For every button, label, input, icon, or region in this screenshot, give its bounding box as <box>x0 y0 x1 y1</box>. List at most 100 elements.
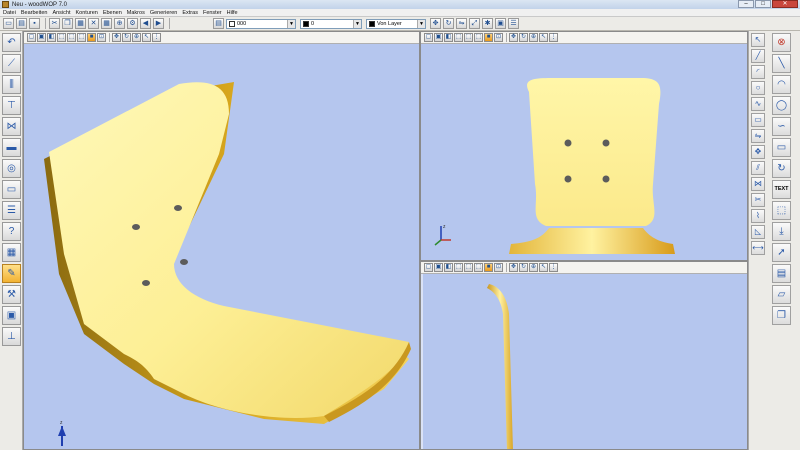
contour-icon[interactable]: ↶ <box>2 33 21 52</box>
save-icon[interactable]: ▪ <box>29 18 40 29</box>
monitor-icon[interactable]: ▣ <box>2 306 21 325</box>
pointer-icon[interactable]: ↖ <box>539 33 548 42</box>
circle-icon[interactable]: ○ <box>751 81 765 95</box>
rect-icon[interactable]: ▭ <box>751 113 765 127</box>
view-top-icon[interactable]: ▢ <box>27 33 36 42</box>
rotate-view-icon[interactable]: ↻ <box>122 33 131 42</box>
menu-ansicht[interactable]: Ansicht <box>52 10 70 16</box>
shaded-view-icon[interactable]: ■ <box>87 33 96 42</box>
layer-icon[interactable]: ▤ <box>772 264 791 283</box>
arc-icon[interactable]: ◜ <box>751 65 765 79</box>
pocket-icon[interactable]: ▬ <box>2 138 21 157</box>
rotate-icon[interactable]: ↻ <box>443 18 454 29</box>
open-folder-icon[interactable]: ▤ <box>16 18 27 29</box>
menu-hilfe[interactable]: Hilfe <box>227 10 238 16</box>
offset-icon[interactable]: ⫽ <box>751 161 765 175</box>
delete-icon[interactable]: ✕ <box>88 18 99 29</box>
shaded-view-icon[interactable]: ■ <box>484 263 493 272</box>
zoom-window-icon[interactable]: ⊡ <box>494 263 503 272</box>
view-iso3-icon[interactable]: ⬚ <box>474 263 483 272</box>
view-iso-icon[interactable]: ⬚ <box>57 33 66 42</box>
pointer-icon[interactable]: ↖ <box>539 263 548 272</box>
3d-box-icon[interactable]: ⬚ <box>772 201 791 220</box>
scale-icon[interactable]: ⤢ <box>469 18 480 29</box>
menu-bearbeiten[interactable]: Bearbeiten <box>21 10 48 16</box>
view-side-icon[interactable]: ◧ <box>444 33 453 42</box>
close-button[interactable]: ✕ <box>772 0 798 8</box>
arrow-icon[interactable]: ➚ <box>772 243 791 262</box>
new-file-icon[interactable]: ▭ <box>3 18 14 29</box>
router-icon[interactable]: ⊤ <box>2 96 21 115</box>
help-icon[interactable]: ? <box>2 222 21 241</box>
zoom-window-icon[interactable]: ⊡ <box>494 33 503 42</box>
view-iso3-icon[interactable]: ⬚ <box>77 33 86 42</box>
menu-makros[interactable]: Makros <box>127 10 145 16</box>
spline-icon[interactable]: ∿ <box>751 97 765 111</box>
pan-icon[interactable]: ✥ <box>509 33 518 42</box>
view-iso-icon[interactable]: ⬚ <box>454 33 463 42</box>
rectangle-icon[interactable]: ▭ <box>772 138 791 157</box>
layer-number-select[interactable]: 000 ▼ <box>226 18 296 29</box>
move-icon[interactable]: ✥ <box>751 145 765 159</box>
pan-icon[interactable]: ✥ <box>509 263 518 272</box>
zoom-all-icon[interactable]: ⊕ <box>132 33 141 42</box>
circle-icon[interactable]: ◎ <box>2 159 21 178</box>
view-top-icon[interactable]: ▢ <box>424 33 433 42</box>
undo-icon[interactable]: ◀ <box>140 18 151 29</box>
close-icon[interactable]: ⊗ <box>772 33 791 52</box>
view-iso2-icon[interactable]: ⬚ <box>67 33 76 42</box>
arc-icon[interactable]: ◠ <box>772 75 791 94</box>
maximize-button[interactable]: □ <box>755 0 771 8</box>
component-icon[interactable]: ▦ <box>2 243 21 262</box>
axis-icon[interactable]: ⊥ <box>2 327 21 346</box>
menu-generieren[interactable]: Generieren <box>150 10 178 16</box>
viewport-side[interactable]: ▢ ▣ ◧ ⬚ ⬚ ⬚ ■ ⊡ ✥ ↻ ⊕ ↖ ⋮ <box>420 261 748 450</box>
zoom-all-icon[interactable]: ⊕ <box>529 33 538 42</box>
sawblade-icon[interactable]: ⋈ <box>2 117 21 136</box>
grid-icon[interactable]: ▦ <box>101 18 112 29</box>
insert-icon[interactable]: ⤓ <box>772 222 791 241</box>
viewport-front[interactable]: ▢ ▣ ◧ ⬚ ⬚ ⬚ ■ ⊡ ✥ ↻ ⊕ ↖ ⋮ z <box>420 31 748 261</box>
color-select[interactable]: 0 ▼ <box>300 18 362 29</box>
copy-icon[interactable]: ❐ <box>772 306 791 325</box>
more-icon[interactable]: ⋮ <box>152 33 161 42</box>
document-icon[interactable]: ☰ <box>2 201 21 220</box>
mirror-icon[interactable]: ⇋ <box>751 129 765 143</box>
menu-ebenen[interactable]: Ebenen <box>103 10 122 16</box>
move-icon[interactable]: ✥ <box>430 18 441 29</box>
copy-icon[interactable]: ❐ <box>62 18 73 29</box>
viewport-3d-canvas[interactable]: z <box>24 44 419 449</box>
explode-icon[interactable]: ✱ <box>482 18 493 29</box>
view-iso3-icon[interactable]: ⬚ <box>474 33 483 42</box>
view-top-icon[interactable]: ▢ <box>424 263 433 272</box>
edit-tool-icon[interactable]: ✎ <box>2 264 21 283</box>
view-front-icon[interactable]: ▣ <box>434 33 443 42</box>
more-icon[interactable]: ⋮ <box>549 263 558 272</box>
menu-fenster[interactable]: Fenster <box>203 10 222 16</box>
chevron-down-icon[interactable]: ▼ <box>353 19 361 28</box>
rotate-icon[interactable]: ↻ <box>772 159 791 178</box>
view-front-icon[interactable]: ▣ <box>37 33 46 42</box>
view-front-icon[interactable]: ▣ <box>434 263 443 272</box>
properties-icon[interactable]: ☰ <box>508 18 519 29</box>
join-icon[interactable]: ⋈ <box>751 177 765 191</box>
mirror-icon[interactable]: ⇋ <box>456 18 467 29</box>
redo-icon[interactable]: ▶ <box>153 18 164 29</box>
frame-icon[interactable]: ▭ <box>2 180 21 199</box>
robot-icon[interactable]: ⚒ <box>2 285 21 304</box>
drill-icon[interactable]: ⫼ <box>2 75 21 94</box>
view-iso2-icon[interactable]: ⬚ <box>464 263 473 272</box>
cut-icon[interactable]: ✂ <box>49 18 60 29</box>
zoom-window-icon[interactable]: ⊡ <box>97 33 106 42</box>
zoom-all-icon[interactable]: ⊕ <box>529 263 538 272</box>
chevron-down-icon[interactable]: ▼ <box>417 19 425 28</box>
select-icon[interactable]: ↖ <box>751 33 765 47</box>
chamfer-icon[interactable]: ◺ <box>751 225 765 239</box>
measure-icon[interactable]: ⟷ <box>751 241 765 255</box>
view-iso-icon[interactable]: ⬚ <box>454 263 463 272</box>
view-side-icon[interactable]: ◧ <box>47 33 56 42</box>
minimize-button[interactable]: – <box>738 0 754 8</box>
rotate-view-icon[interactable]: ↻ <box>519 33 528 42</box>
more-icon[interactable]: ⋮ <box>549 33 558 42</box>
chevron-down-icon[interactable]: ▼ <box>287 19 295 28</box>
